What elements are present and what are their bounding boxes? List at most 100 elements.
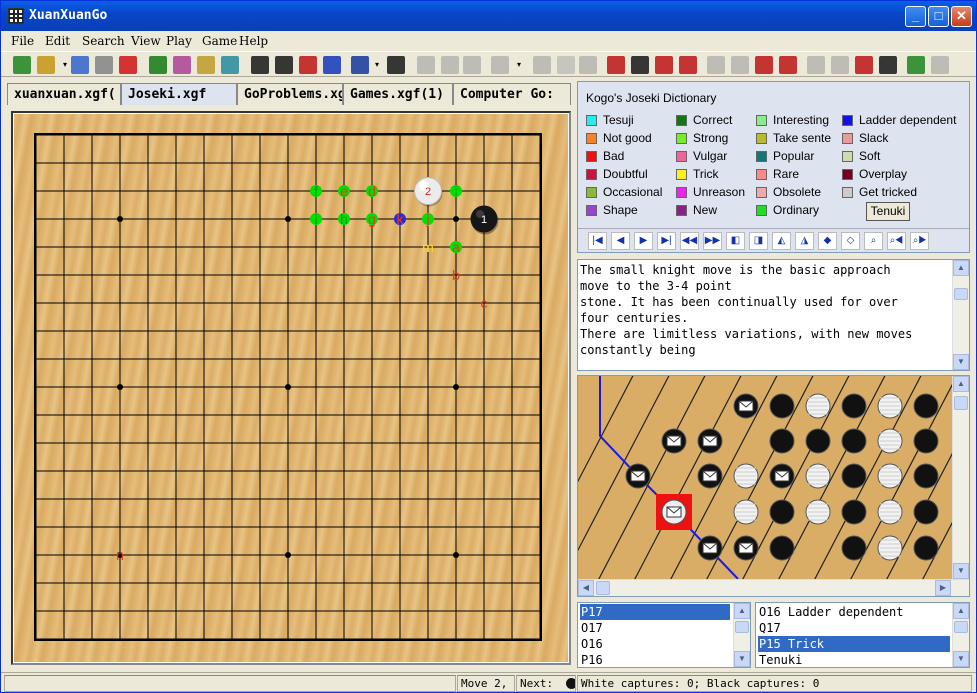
axis-icon[interactable]	[387, 56, 405, 74]
black-node-stone[interactable]	[805, 428, 831, 454]
comment-node-icon[interactable]	[697, 535, 723, 561]
close-file-icon[interactable]	[119, 56, 137, 74]
menu-view[interactable]: View	[131, 34, 161, 48]
tab-computer-go[interactable]: Computer Go:	[453, 83, 571, 105]
stones-icon[interactable]	[631, 56, 649, 74]
comment-next-icon[interactable]: ◨	[749, 232, 768, 250]
binoculars-icon[interactable]: ⌕	[864, 232, 883, 250]
comment-node-icon[interactable]	[733, 535, 759, 561]
menu-help[interactable]: Help	[239, 34, 268, 48]
black-node-stone[interactable]	[841, 499, 867, 525]
comment-node-icon[interactable]	[697, 428, 723, 454]
white-node-stone[interactable]	[877, 535, 903, 561]
page-icon[interactable]	[807, 56, 825, 74]
variation-label[interactable]: a	[452, 239, 460, 255]
variation-list-scrollbar[interactable]: ▲ ▼	[733, 603, 750, 667]
find-icon[interactable]	[71, 56, 89, 74]
record-icon[interactable]	[607, 56, 625, 74]
black-stone[interactable]: 1	[470, 205, 499, 235]
white-node-stone[interactable]	[805, 393, 831, 419]
mark-up-icon[interactable]	[679, 56, 697, 74]
variation-prev-icon[interactable]: ◆	[818, 232, 837, 250]
list2-thumb[interactable]	[954, 621, 968, 633]
maximize-button[interactable]: □	[928, 6, 949, 27]
white-node-stone[interactable]	[805, 499, 831, 525]
go-icon[interactable]	[907, 56, 925, 74]
variation-list-item[interactable]: P17	[580, 604, 730, 620]
list2-scroll-up-icon[interactable]: ▲	[953, 603, 969, 619]
variation-label[interactable]: n	[116, 547, 124, 563]
black-node-stone[interactable]	[769, 428, 795, 454]
white-node-stone[interactable]	[877, 463, 903, 489]
variation-next-icon[interactable]: ◇	[841, 232, 860, 250]
branch-next-icon[interactable]: ▶▶	[703, 232, 722, 250]
variation-label[interactable]: i	[314, 211, 317, 227]
black-node-stone[interactable]	[913, 393, 939, 419]
preview-scroll-left-icon[interactable]: ◀	[578, 580, 594, 596]
board-edit-icon[interactable]	[149, 56, 167, 74]
minimize-button[interactable]: _	[905, 6, 926, 27]
refresh-icon[interactable]	[351, 56, 369, 74]
open-dropdown-icon[interactable]: ▾	[61, 56, 69, 74]
scroll-up-icon[interactable]: ▲	[953, 260, 969, 276]
list-thumb[interactable]	[735, 621, 749, 633]
variation-label[interactable]: f	[314, 183, 318, 199]
tree-preview[interactable]: ▲ ▼ ◀ ▶	[577, 375, 970, 597]
branch-prev-icon[interactable]: ◀◀	[680, 232, 699, 250]
next-move-list-scrollbar[interactable]: ▲ ▼	[952, 603, 969, 667]
next-icon[interactable]: ▶	[634, 232, 653, 250]
white-node-stone[interactable]	[733, 463, 759, 489]
variation-label[interactable]: k	[397, 211, 405, 227]
save-icon[interactable]	[95, 56, 113, 74]
info-icon[interactable]	[441, 56, 459, 74]
comment-node-icon[interactable]	[625, 463, 651, 489]
mark-next-icon[interactable]: ◮	[795, 232, 814, 250]
black-node-stone[interactable]	[769, 535, 795, 561]
black-node-stone[interactable]	[769, 499, 795, 525]
up-icon[interactable]	[707, 56, 725, 74]
variation-list-item[interactable]: O17	[580, 620, 730, 636]
open-icon[interactable]	[37, 56, 55, 74]
tab-xuanxuan[interactable]: xuanxuan.xgf(	[7, 83, 121, 105]
comment-node-icon[interactable]	[769, 463, 795, 489]
comment-scrollbar[interactable]: ▲ ▼	[952, 260, 969, 370]
tab-joseki[interactable]: Joseki.xgf	[121, 83, 237, 105]
search-prev-icon[interactable]: ⌕◀	[887, 232, 906, 250]
board-figure-icon[interactable]	[197, 56, 215, 74]
variation-label[interactable]: c	[481, 295, 488, 311]
tab-games[interactable]: Games.xgf(1)	[343, 83, 453, 105]
variation-label[interactable]: i	[454, 183, 457, 199]
list-scroll-up-icon[interactable]: ▲	[734, 603, 750, 619]
board-setup-icon[interactable]	[173, 56, 191, 74]
last-icon[interactable]: ▶|	[657, 232, 676, 250]
variation-label[interactable]: h	[340, 211, 348, 227]
scroll-thumb[interactable]	[954, 288, 968, 300]
number-moves-icon[interactable]	[299, 56, 317, 74]
preview-scroll-up-icon[interactable]: ▲	[953, 376, 969, 392]
comment-node-icon[interactable]	[661, 428, 687, 454]
preview-scroll-right-icon[interactable]: ▶	[935, 580, 951, 596]
new-game-icon[interactable]	[13, 56, 31, 74]
panda-icon[interactable]	[879, 56, 897, 74]
search-next-icon[interactable]: ⌕▶	[910, 232, 929, 250]
scroll-down-icon[interactable]: ▼	[953, 354, 969, 370]
preview-hthumb[interactable]	[596, 581, 610, 595]
variation-list-item[interactable]: P16	[580, 652, 730, 667]
title-bar[interactable]: XuanXuanGo _ □ ✕	[1, 1, 976, 31]
variation-label[interactable]: e	[340, 183, 348, 199]
prev-icon[interactable]: ◀	[611, 232, 630, 250]
list2-scroll-down-icon[interactable]: ▼	[953, 651, 969, 667]
mark-icon[interactable]	[655, 56, 673, 74]
variation-label[interactable]: m	[422, 239, 434, 255]
next-move-list-item[interactable]: Tenuki	[758, 652, 950, 667]
variation-label[interactable]: d	[368, 183, 376, 199]
preview-vthumb[interactable]	[954, 396, 968, 410]
close-button[interactable]: ✕	[951, 6, 972, 27]
preview-scroll-down-icon[interactable]: ▼	[953, 563, 969, 579]
menu-edit[interactable]: Edit	[45, 34, 70, 48]
first-icon[interactable]: |◀	[588, 232, 607, 250]
label-icon[interactable]	[491, 56, 509, 74]
list-scroll-down-icon[interactable]: ▼	[734, 651, 750, 667]
menu-play[interactable]: Play	[166, 34, 192, 48]
comment-node-icon[interactable]	[733, 393, 759, 419]
